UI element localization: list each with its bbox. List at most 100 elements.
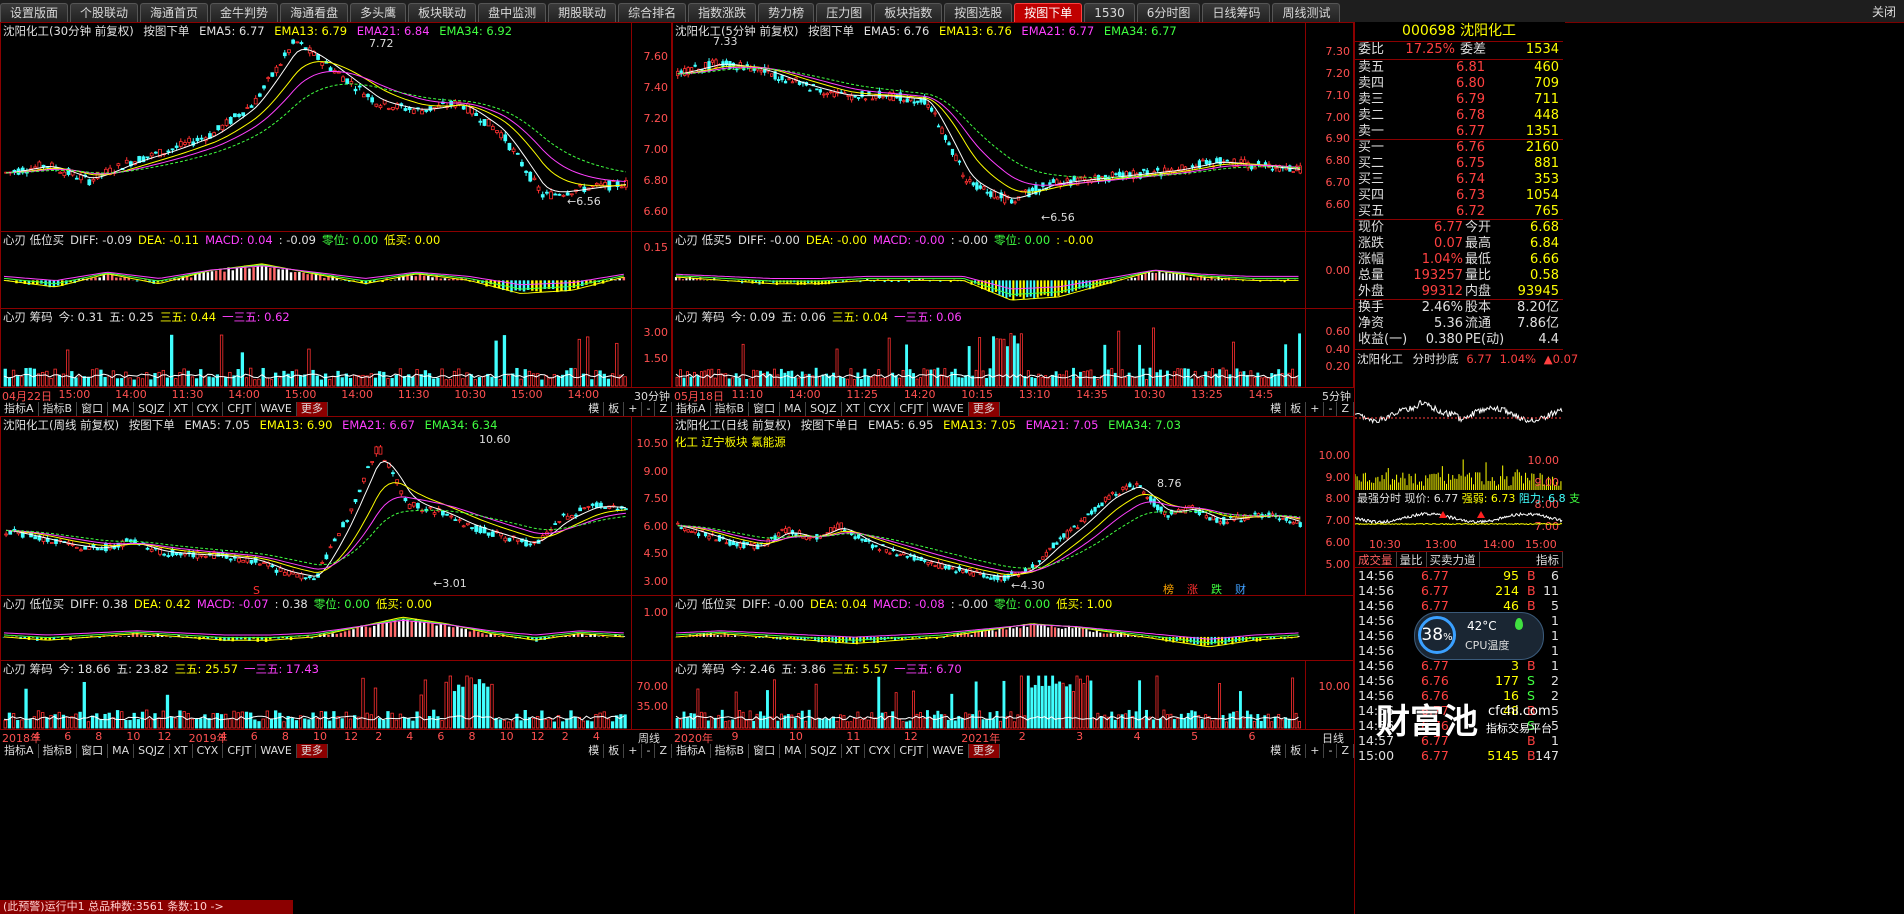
toolbar-btn-2[interactable]: 窗口 (77, 402, 109, 416)
tab-5[interactable]: 多头鹰 (350, 3, 407, 22)
toolbar-btn-2[interactable]: 窗口 (77, 744, 109, 758)
toolbar-btn-7[interactable]: CFJT (223, 402, 257, 416)
toolbar-btn-1[interactable]: 指标B (39, 402, 78, 416)
tick-tab-1[interactable]: 量比 (1397, 552, 1427, 567)
toolbar-btn-1[interactable]: 指标B (711, 744, 750, 758)
toolbar-btn-7[interactable]: CFJT (223, 744, 257, 758)
tab-4[interactable]: 海通看盘 (280, 3, 349, 22)
toolbar-ctl-2[interactable]: + (1306, 402, 1325, 416)
toolbar-btn-9[interactable]: 更多 (968, 402, 1000, 416)
pane-daily-chip[interactable]: 心刃 筹码 今: 2.46 五: 3.86 三五: 5.57 一三五: 6.70 10.… (672, 660, 1354, 730)
toolbar-btn-1[interactable]: 指标B (39, 744, 78, 758)
toolbar-btn-7[interactable]: CFJT (895, 744, 929, 758)
toolbar-ctl-2[interactable]: + (624, 744, 643, 758)
cpu-widget[interactable]: 38% 42°C CPU温度 (1414, 612, 1544, 660)
asks-row[interactable]: 卖一 6.77 1351 (1355, 124, 1563, 140)
toolbar-btn-0[interactable]: 指标A (0, 402, 39, 416)
tab-8[interactable]: 期股联动 (548, 3, 617, 22)
tab-18[interactable]: 日线筹码 (1202, 3, 1271, 22)
toolbar-btn-6[interactable]: CYX (865, 402, 896, 416)
toolbar-btn-0[interactable]: 指标A (672, 402, 711, 416)
toolbar-btn-5[interactable]: XT (170, 744, 193, 758)
toolbar-ctl-0[interactable]: 模 (1266, 744, 1287, 758)
pane-30min-chip[interactable]: 心刃 筹码 今: 0.31 五: 0.25 三五: 0.44 一三五: 0.62 3.0… (0, 308, 672, 388)
bids-row[interactable]: 买三 6.74 353 (1355, 172, 1563, 188)
asks-row[interactable]: 卖二 6.78 448 (1355, 108, 1563, 124)
toolbar-ctl-0[interactable]: 模 (1266, 402, 1287, 416)
tab-15[interactable]: 按图下单 (1014, 3, 1083, 22)
tab-0[interactable]: 设置版面 (0, 3, 69, 22)
toolbar-btn-5[interactable]: XT (842, 402, 865, 416)
toolbar-ctl-4[interactable]: Z (655, 744, 672, 758)
toolbar-ctl-0[interactable]: 模 (584, 744, 605, 758)
toolbar-btn-8[interactable]: WAVE (256, 402, 297, 416)
toolbar-btn-5[interactable]: XT (842, 744, 865, 758)
tab-1[interactable]: 个股联动 (70, 3, 139, 22)
toolbar-btn-5[interactable]: XT (170, 402, 193, 416)
toolbar-btn-2[interactable]: 窗口 (749, 402, 781, 416)
toolbar-btn-8[interactable]: WAVE (256, 744, 297, 758)
tab-17[interactable]: 6分时图 (1136, 3, 1201, 22)
tick-tab-3[interactable]: 指标 (1533, 552, 1563, 567)
asks-row[interactable]: 卖三 6.79 711 (1355, 92, 1563, 108)
tab-13[interactable]: 板块指数 (874, 3, 943, 22)
toolbar-ctl-1[interactable]: 板 (1286, 744, 1307, 758)
toolbar-ctl-3[interactable]: - (1324, 744, 1338, 758)
toolbar-btn-7[interactable]: CFJT (895, 402, 929, 416)
toolbar-btn-9[interactable]: 更多 (296, 744, 328, 758)
toolbar-ctl-0[interactable]: 模 (584, 402, 605, 416)
toolbar-ctl-1[interactable]: 板 (604, 402, 625, 416)
toolbar-btn-6[interactable]: CYX (193, 744, 224, 758)
toolbar-btn-1[interactable]: 指标B (711, 402, 750, 416)
toolbar-btn-6[interactable]: CYX (865, 744, 896, 758)
tab-2[interactable]: 海通首页 (140, 3, 209, 22)
toolbar-btn-4[interactable]: SQJZ (134, 402, 170, 416)
pane-weekly-price[interactable]: 沈阳化工(周线 前复权) 按图下单 EMA5: 7.05 EMA13: 6.90… (0, 416, 672, 596)
pane-5min-macd[interactable]: 心刃 低买5 DIFF: -0.00 DEA: -0.00 MACD: -0.00: … (672, 231, 1354, 309)
toolbar-btn-2[interactable]: 窗口 (749, 744, 781, 758)
close-button[interactable]: 关闭 (1872, 3, 1896, 20)
toolbar-btn-4[interactable]: SQJZ (134, 744, 170, 758)
toolbar-ctl-3[interactable]: - (642, 402, 656, 416)
tick-tab-2[interactable]: 买卖力道 (1427, 552, 1480, 567)
tab-9[interactable]: 综合排名 (618, 3, 687, 22)
toolbar-btn-3[interactable]: MA (108, 402, 135, 416)
tab-3[interactable]: 金牛判势 (210, 3, 279, 22)
toolbar-ctl-3[interactable]: - (642, 744, 656, 758)
pane-30min-price[interactable]: 沈阳化工(30分钟 前复权) 按图下单 EMA5: 6.77 EMA13: 6.… (0, 22, 672, 232)
toolbar-btn-4[interactable]: SQJZ (806, 402, 842, 416)
asks-row[interactable]: 卖五 6.81 460 (1355, 60, 1563, 76)
bids-row[interactable]: 买二 6.75 881 (1355, 156, 1563, 172)
pane-5min-price[interactable]: 沈阳化工(5分钟 前复权) 按图下单 EMA5: 6.76 EMA13: 6.7… (672, 22, 1354, 232)
toolbar-btn-8[interactable]: WAVE (928, 744, 969, 758)
toolbar-ctl-4[interactable]: Z (1337, 744, 1354, 758)
pane-30min-macd[interactable]: 心刃 低位买 DIFF: -0.09 DEA: -0.11 MACD: 0.04: -… (0, 231, 672, 309)
toolbar-btn-9[interactable]: 更多 (296, 402, 328, 416)
toolbar-btn-4[interactable]: SQJZ (806, 744, 842, 758)
bids-row[interactable]: 买四 6.73 1054 (1355, 188, 1563, 204)
toolbar-btn-3[interactable]: MA (780, 744, 807, 758)
toolbar-btn-3[interactable]: MA (108, 744, 135, 758)
toolbar-btn-8[interactable]: WAVE (928, 402, 969, 416)
tab-10[interactable]: 指数涨跌 (688, 3, 757, 22)
toolbar-ctl-1[interactable]: 板 (1286, 402, 1307, 416)
toolbar-btn-3[interactable]: MA (780, 402, 807, 416)
pane-weekly-chip[interactable]: 心刃 筹码 今: 18.66 五: 23.82 三五: 25.57 一三五: 17.43… (0, 660, 672, 730)
toolbar-btn-0[interactable]: 指标A (672, 744, 711, 758)
toolbar-btn-0[interactable]: 指标A (0, 744, 39, 758)
pane-weekly-macd[interactable]: 心刃 低位买 DIFF: 0.38 DEA: 0.42 MACD: -0.07: 0.… (0, 595, 672, 661)
tab-16[interactable]: 1530 (1084, 3, 1135, 22)
toolbar-ctl-1[interactable]: 板 (604, 744, 625, 758)
bids-row[interactable]: 买五 6.72 765 (1355, 204, 1563, 220)
tab-12[interactable]: 压力图 (816, 3, 873, 22)
pane-daily-price[interactable]: 沈阳化工(日线 前复权) 按图下单日 EMA5: 6.95 EMA13: 7.0… (672, 416, 1354, 596)
tab-19[interactable]: 周线测试 (1272, 3, 1341, 22)
pane-daily-macd[interactable]: 心刃 低位买 DIFF: -0.00 DEA: 0.04 MACD: -0.08: -… (672, 595, 1354, 661)
toolbar-ctl-4[interactable]: Z (1337, 402, 1354, 416)
toolbar-btn-9[interactable]: 更多 (968, 744, 1000, 758)
toolbar-ctl-2[interactable]: + (624, 402, 643, 416)
tab-14[interactable]: 按图选股 (944, 3, 1013, 22)
tab-11[interactable]: 势力榜 (758, 3, 815, 22)
tab-6[interactable]: 板块联动 (408, 3, 477, 22)
toolbar-ctl-3[interactable]: - (1324, 402, 1338, 416)
